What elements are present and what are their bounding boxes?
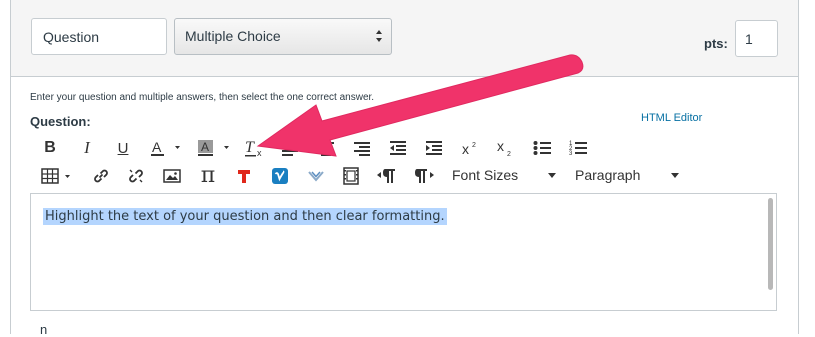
chevron-down-icon bbox=[671, 173, 679, 178]
svg-text:x: x bbox=[257, 148, 262, 158]
text-tool-icon[interactable] bbox=[234, 165, 254, 187]
align-center-icon[interactable] bbox=[316, 137, 336, 159]
editor-scrollbar[interactable] bbox=[768, 198, 773, 290]
math-pi-icon[interactable]: π bbox=[197, 163, 219, 188]
question-label: Question: bbox=[30, 114, 91, 129]
svg-text:2: 2 bbox=[507, 151, 511, 157]
media-icon[interactable] bbox=[341, 165, 361, 187]
ltr-paragraph-icon[interactable] bbox=[376, 165, 398, 187]
html-editor-link[interactable]: HTML Editor bbox=[641, 112, 702, 124]
svg-text:x: x bbox=[497, 139, 504, 154]
image-icon[interactable] bbox=[162, 165, 182, 187]
font-sizes-dropdown[interactable]: Font Sizes bbox=[452, 167, 560, 187]
question-header: Multiple Choice pts: bbox=[11, 0, 798, 77]
svg-text:T: T bbox=[245, 139, 255, 156]
superscript-icon[interactable]: x2 bbox=[460, 137, 480, 159]
bold-icon[interactable]: B bbox=[40, 137, 60, 159]
link-icon[interactable] bbox=[91, 165, 111, 187]
font-sizes-label: Font Sizes bbox=[452, 167, 519, 183]
question-title-input[interactable] bbox=[31, 18, 167, 55]
instructions-text: Enter your question and multiple answers… bbox=[30, 92, 375, 103]
paragraph-label: Paragraph bbox=[575, 167, 641, 183]
outdent-icon[interactable] bbox=[388, 137, 408, 159]
rtl-paragraph-icon[interactable] bbox=[413, 165, 435, 187]
indent-icon[interactable] bbox=[424, 137, 444, 159]
partial-bottom-text: n bbox=[40, 322, 48, 337]
unlink-icon[interactable] bbox=[126, 165, 146, 187]
clear-formatting-icon[interactable]: Tx bbox=[244, 137, 266, 159]
text-color-icon[interactable]: A bbox=[148, 137, 188, 159]
vimeo-icon[interactable] bbox=[270, 165, 290, 187]
editor-content[interactable]: Highlight the text of your question and … bbox=[43, 208, 447, 225]
svg-text:3: 3 bbox=[569, 151, 573, 156]
bullet-list-icon[interactable] bbox=[532, 137, 552, 159]
points-input[interactable] bbox=[735, 20, 778, 57]
question-type-select[interactable]: Multiple Choice bbox=[174, 18, 392, 55]
svg-text:x: x bbox=[462, 141, 469, 156]
paragraph-dropdown[interactable]: Paragraph bbox=[575, 167, 683, 187]
underline-icon[interactable]: U bbox=[113, 137, 133, 159]
italic-icon[interactable]: I bbox=[77, 137, 97, 159]
table-icon[interactable] bbox=[40, 165, 76, 187]
svg-text:A: A bbox=[152, 139, 162, 155]
align-right-icon[interactable] bbox=[352, 137, 372, 159]
chevron-tool-icon[interactable] bbox=[306, 165, 326, 187]
svg-text:A: A bbox=[201, 140, 209, 154]
numbered-list-icon[interactable]: 123 bbox=[568, 137, 588, 159]
align-left-icon[interactable] bbox=[280, 137, 300, 159]
chevron-down-icon bbox=[548, 173, 556, 178]
select-arrows-icon bbox=[376, 30, 382, 42]
svg-text:2: 2 bbox=[472, 142, 476, 149]
background-color-icon[interactable]: A bbox=[195, 137, 237, 159]
points-label: pts: bbox=[704, 36, 728, 51]
question-rich-text-editor[interactable]: Highlight the text of your question and … bbox=[30, 193, 777, 311]
subscript-icon[interactable]: x2 bbox=[495, 137, 515, 159]
question-type-selected: Multiple Choice bbox=[185, 28, 281, 44]
